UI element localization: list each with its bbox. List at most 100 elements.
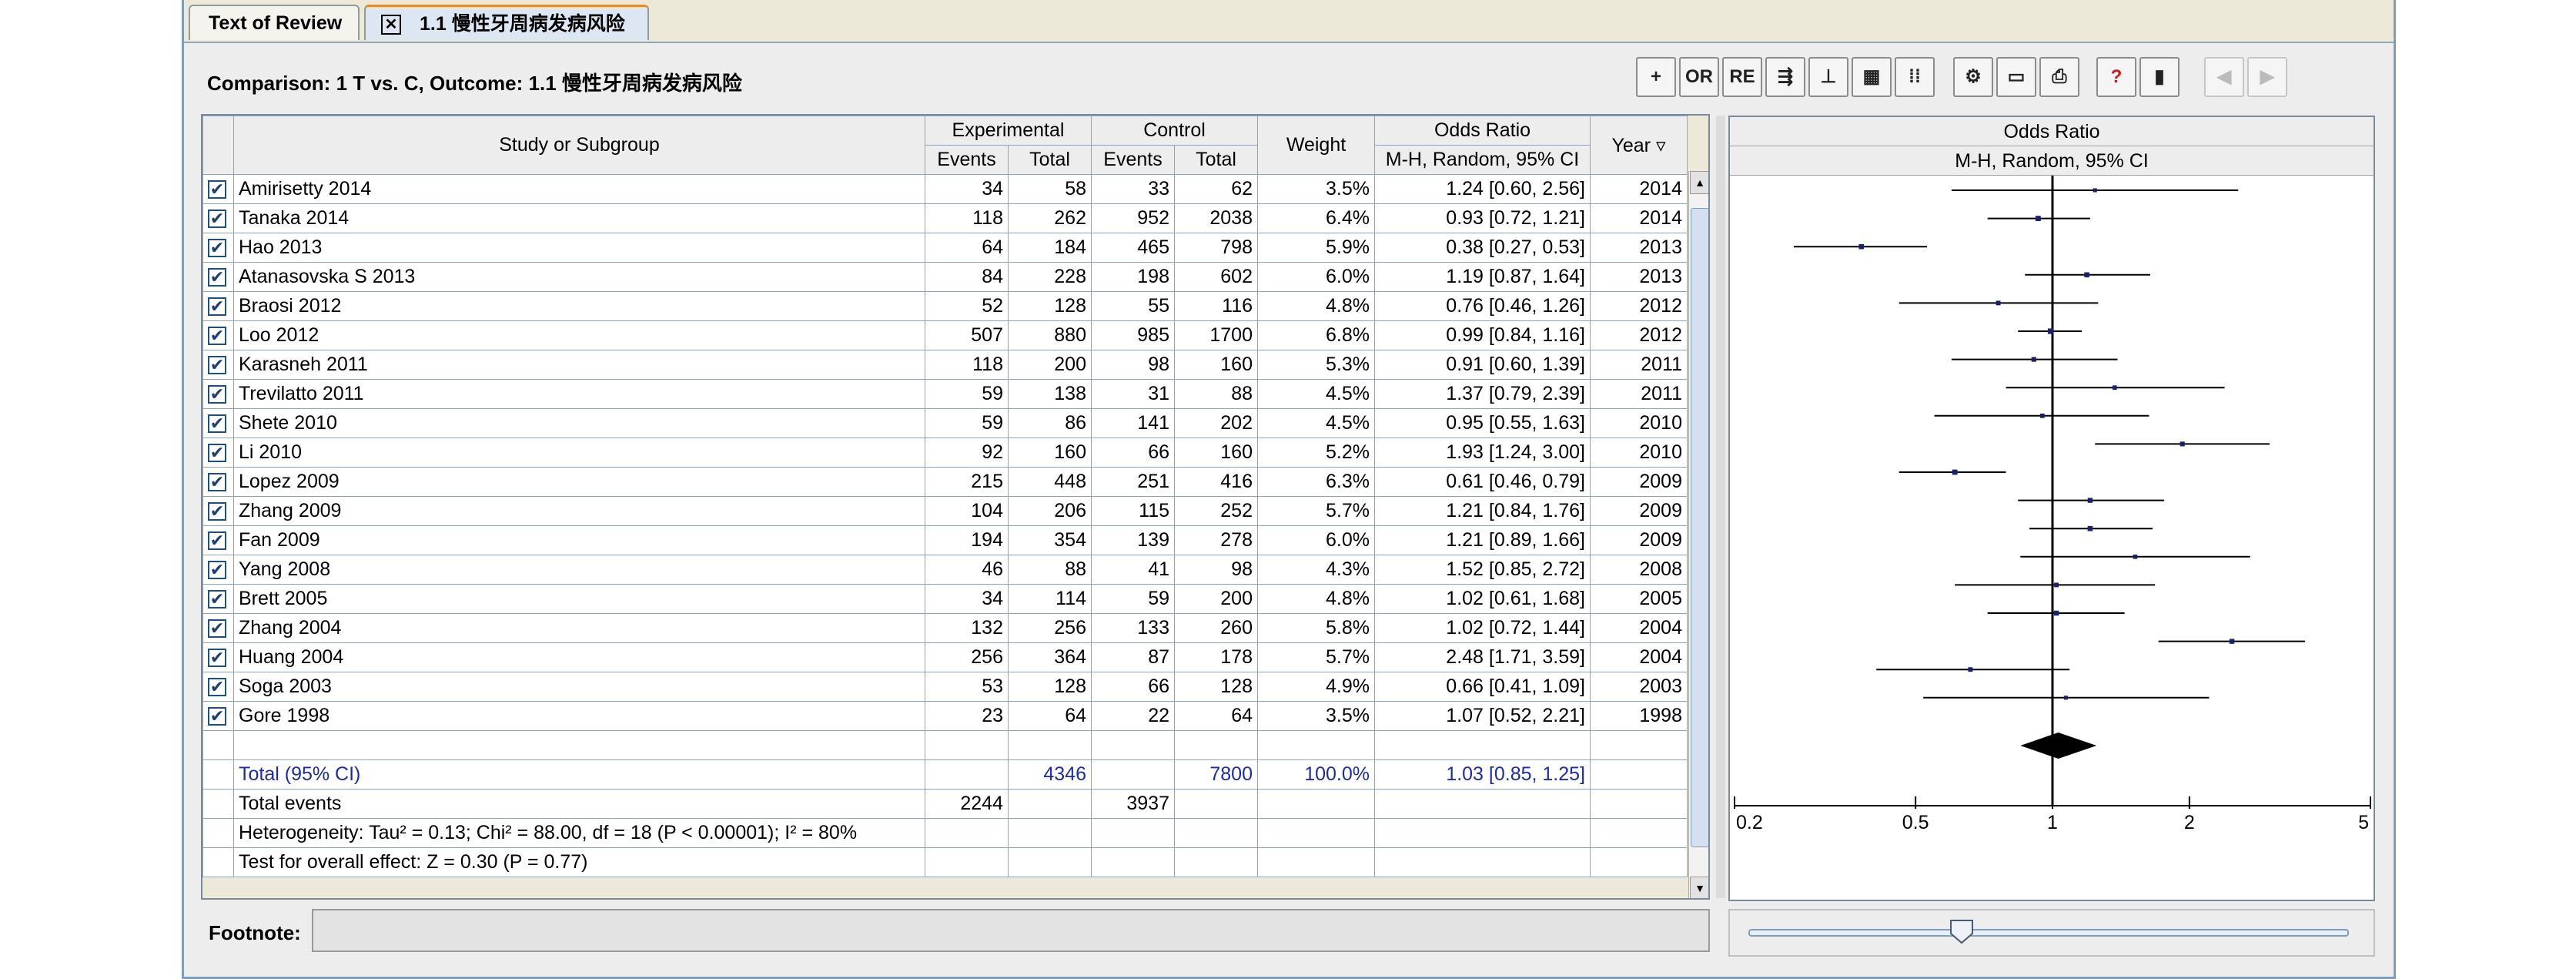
- ctrl-events[interactable]: 133: [1091, 613, 1175, 643]
- row-checkbox-cell[interactable]: ✔: [202, 174, 234, 204]
- exp-total[interactable]: 262: [1008, 203, 1092, 233]
- exp-total[interactable]: 354: [1008, 525, 1092, 555]
- ctrl-events[interactable]: 465: [1091, 233, 1175, 263]
- tab-outcome[interactable]: ✕ 1.1 慢性牙周病发病风险: [364, 5, 649, 40]
- ctrl-events[interactable]: 952: [1091, 203, 1175, 233]
- row-checkbox-cell[interactable]: ✔: [202, 642, 234, 672]
- row-checkbox-cell[interactable]: ✔: [202, 408, 234, 438]
- table-row[interactable]: ✔ Gore 1998 23 64 22 64 3.5% 1.07 [0.52, 2.21] 1…: [202, 701, 1688, 731]
- exp-events[interactable]: 132: [925, 613, 1009, 643]
- row-checkbox-cell[interactable]: ✔: [202, 233, 234, 263]
- row-checkbox-cell[interactable]: ✔: [202, 467, 234, 497]
- table-row[interactable]: ✔ Brett 2005 34 114 59 200 4.8% 1.02 [0.61, 1.6…: [202, 584, 1688, 614]
- row-checkbox[interactable]: ✔: [208, 414, 226, 433]
- ctrl-total[interactable]: 98: [1174, 555, 1258, 585]
- table-row[interactable]: ✔ Loo 2012 507 880 985 1700 6.8% 0.99 [0.84, 1.…: [202, 320, 1688, 350]
- ctrl-events[interactable]: 98: [1091, 350, 1175, 380]
- row-checkbox[interactable]: ✔: [208, 385, 226, 404]
- exp-events[interactable]: 104: [925, 496, 1009, 526]
- exp-total[interactable]: 228: [1008, 262, 1092, 292]
- ctrl-events[interactable]: 115: [1091, 496, 1175, 526]
- table-row[interactable]: ✔ Amirisetty 2014 34 58 33 62 3.5% 1.24 [0.60, …: [202, 174, 1688, 204]
- header-year[interactable]: Year ▿: [1590, 116, 1688, 175]
- row-checkbox-cell[interactable]: ✔: [202, 672, 234, 702]
- ctrl-events[interactable]: 55: [1091, 291, 1175, 321]
- exp-events[interactable]: 118: [925, 350, 1009, 380]
- ctrl-total[interactable]: 416: [1174, 467, 1258, 497]
- slider-track[interactable]: [1748, 929, 2349, 937]
- table-row[interactable]: ✔ Shete 2010 59 86 141 202 4.5% 0.95 [0.55, 1.6…: [202, 408, 1688, 438]
- row-checkbox[interactable]: ✔: [208, 707, 226, 726]
- exp-events[interactable]: 52: [925, 291, 1009, 321]
- ctrl-events[interactable]: 33: [1091, 174, 1175, 204]
- row-checkbox-cell[interactable]: ✔: [202, 438, 234, 468]
- table-row[interactable]: ✔ Zhang 2009 104 206 115 252 5.7% 1.21 [0.84, 1…: [202, 496, 1688, 526]
- exp-total[interactable]: 128: [1008, 672, 1092, 702]
- row-checkbox[interactable]: ✔: [208, 444, 226, 462]
- table-row[interactable]: ✔ Soga 2003 53 128 66 128 4.9% 0.66 [0.41, 1.09…: [202, 672, 1688, 702]
- close-tab-icon[interactable]: ✕: [381, 15, 401, 35]
- ctrl-total[interactable]: 602: [1174, 262, 1258, 292]
- or-button[interactable]: OR: [1679, 57, 1719, 97]
- exp-total[interactable]: 86: [1008, 408, 1092, 438]
- ctrl-total[interactable]: 128: [1174, 672, 1258, 702]
- ctrl-total[interactable]: 2038: [1174, 203, 1258, 233]
- ctrl-events[interactable]: 141: [1091, 408, 1175, 438]
- splitter-handle[interactable]: [1716, 116, 1725, 898]
- ctrl-total[interactable]: 200: [1174, 584, 1258, 614]
- table-row[interactable]: ✔ Atanasovska S 2013 84 228 198 602 6.0% 1.19 […: [202, 262, 1688, 292]
- footnote-field[interactable]: [312, 909, 1710, 952]
- row-checkbox-cell[interactable]: ✔: [202, 350, 234, 380]
- ctrl-events[interactable]: 251: [1091, 467, 1175, 497]
- row-checkbox-cell[interactable]: ✔: [202, 291, 234, 321]
- ctrl-events[interactable]: 59: [1091, 584, 1175, 614]
- exp-total[interactable]: 160: [1008, 438, 1092, 468]
- ctrl-total[interactable]: 202: [1174, 408, 1258, 438]
- ctrl-total[interactable]: 178: [1174, 642, 1258, 672]
- exp-events[interactable]: 46: [925, 555, 1009, 585]
- row-checkbox[interactable]: ✔: [208, 356, 226, 374]
- ctrl-events[interactable]: 87: [1091, 642, 1175, 672]
- exp-events[interactable]: 507: [925, 320, 1009, 350]
- table-row[interactable]: ✔ Karasneh 2011 118 200 98 160 5.3% 0.91 [0.60,…: [202, 350, 1688, 380]
- row-checkbox[interactable]: ✔: [208, 327, 226, 345]
- row-checkbox[interactable]: ✔: [208, 473, 226, 491]
- help-icon[interactable]: ?: [2096, 57, 2136, 97]
- settings-icon[interactable]: ⚙: [1953, 57, 1993, 97]
- add-icon[interactable]: +: [1636, 57, 1676, 97]
- table-row[interactable]: ✔ Lopez 2009 215 448 251 416 6.3% 0.61 [0.46, 0…: [202, 467, 1688, 497]
- row-checkbox[interactable]: ✔: [208, 531, 226, 550]
- row-checkbox-cell[interactable]: ✔: [202, 496, 234, 526]
- ctrl-events[interactable]: 139: [1091, 525, 1175, 555]
- header-study[interactable]: Study or Subgroup: [233, 116, 925, 175]
- plot-width-slider[interactable]: [1728, 909, 2375, 957]
- row-checkbox[interactable]: ✔: [208, 268, 226, 287]
- scroll-thumb[interactable]: [1691, 208, 1708, 847]
- scroll-down-icon[interactable]: ▼: [1690, 877, 1708, 898]
- exp-events[interactable]: 34: [925, 174, 1009, 204]
- row-checkbox[interactable]: ✔: [208, 590, 226, 609]
- exp-total[interactable]: 64: [1008, 701, 1092, 731]
- exp-events[interactable]: 215: [925, 467, 1009, 497]
- ctrl-events[interactable]: 66: [1091, 672, 1175, 702]
- ctrl-total[interactable]: 798: [1174, 233, 1258, 263]
- ctrl-total[interactable]: 278: [1174, 525, 1258, 555]
- row-checkbox-cell[interactable]: ✔: [202, 525, 234, 555]
- ctrl-total[interactable]: 260: [1174, 613, 1258, 643]
- exp-total[interactable]: 114: [1008, 584, 1092, 614]
- row-checkbox[interactable]: ✔: [208, 619, 226, 638]
- row-checkbox[interactable]: ✔: [208, 180, 226, 199]
- row-checkbox-cell[interactable]: ✔: [202, 584, 234, 614]
- table-row[interactable]: ✔ Tanaka 2014 118 262 952 2038 6.4% 0.93 [0.72,…: [202, 203, 1688, 233]
- row-checkbox[interactable]: ✔: [208, 502, 226, 521]
- ctrl-total[interactable]: 62: [1174, 174, 1258, 204]
- row-checkbox[interactable]: ✔: [208, 678, 226, 696]
- ctrl-events[interactable]: 41: [1091, 555, 1175, 585]
- row-checkbox-cell[interactable]: ✔: [202, 613, 234, 643]
- exp-events[interactable]: 256: [925, 642, 1009, 672]
- exp-total[interactable]: 448: [1008, 467, 1092, 497]
- exp-total[interactable]: 200: [1008, 350, 1092, 380]
- table-row[interactable]: ✔ Zhang 2004 132 256 133 260 5.8% 1.02 [0.72, 1…: [202, 613, 1688, 643]
- row-checkbox[interactable]: ✔: [208, 210, 226, 228]
- table-row[interactable]: ✔ Braosi 2012 52 128 55 116 4.8% 0.76 [0.46, 1.…: [202, 291, 1688, 321]
